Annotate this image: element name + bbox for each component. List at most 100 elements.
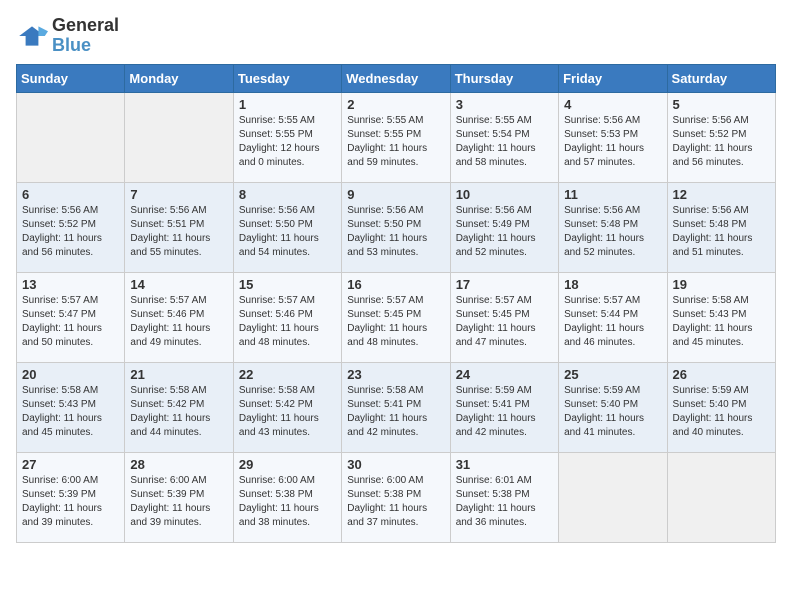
day-number: 17 bbox=[456, 277, 553, 292]
calendar-cell bbox=[125, 92, 233, 182]
day-number: 8 bbox=[239, 187, 336, 202]
day-info: Sunrise: 6:00 AM Sunset: 5:39 PM Dayligh… bbox=[130, 474, 227, 530]
calendar-body: 1 Sunrise: 5:55 AM Sunset: 5:55 PM Daylig… bbox=[17, 92, 776, 542]
day-number: 4 bbox=[564, 97, 661, 112]
day-header-thursday: Thursday bbox=[450, 64, 558, 92]
calendar-cell bbox=[667, 452, 775, 542]
calendar-cell: 15 Sunrise: 5:57 AM Sunset: 5:46 PM Dayli… bbox=[233, 272, 341, 362]
day-number: 27 bbox=[22, 457, 119, 472]
day-number: 31 bbox=[456, 457, 553, 472]
day-info: Sunrise: 5:56 AM Sunset: 5:48 PM Dayligh… bbox=[673, 204, 770, 260]
day-number: 21 bbox=[130, 367, 227, 382]
calendar-cell: 25Sunrise: 5:59 AM Sunset: 5:40 PM Dayli… bbox=[559, 362, 667, 452]
calendar-cell: 17 Sunrise: 5:57 AM Sunset: 5:45 PM Dayli… bbox=[450, 272, 558, 362]
day-info: Sunrise: 5:59 AM Sunset: 5:41 PM Dayligh… bbox=[456, 384, 553, 440]
calendar-cell: 19Sunrise: 5:58 AM Sunset: 5:43 PM Dayli… bbox=[667, 272, 775, 362]
day-header-saturday: Saturday bbox=[667, 64, 775, 92]
day-number: 13 bbox=[22, 277, 119, 292]
day-info: Sunrise: 5:57 AM Sunset: 5:45 PM Dayligh… bbox=[347, 294, 444, 350]
day-info: Sunrise: 5:58 AM Sunset: 5:43 PM Dayligh… bbox=[673, 294, 770, 350]
calendar-cell: 12 Sunrise: 5:56 AM Sunset: 5:48 PM Dayli… bbox=[667, 182, 775, 272]
day-number: 5 bbox=[673, 97, 770, 112]
day-number: 28 bbox=[130, 457, 227, 472]
day-number: 30 bbox=[347, 457, 444, 472]
day-info: Sunrise: 5:55 AM Sunset: 5:55 PM Dayligh… bbox=[239, 114, 336, 170]
day-info: Sunrise: 5:56 AM Sunset: 5:52 PM Dayligh… bbox=[673, 114, 770, 170]
calendar-week-3: 13Sunrise: 5:57 AM Sunset: 5:47 PM Dayli… bbox=[17, 272, 776, 362]
calendar-table: SundayMondayTuesdayWednesdayThursdayFrid… bbox=[16, 64, 776, 543]
day-info: Sunrise: 5:58 AM Sunset: 5:43 PM Dayligh… bbox=[22, 384, 119, 440]
day-info: Sunrise: 5:58 AM Sunset: 5:42 PM Dayligh… bbox=[239, 384, 336, 440]
day-info: Sunrise: 5:56 AM Sunset: 5:50 PM Dayligh… bbox=[239, 204, 336, 260]
calendar-week-4: 20 Sunrise: 5:58 AM Sunset: 5:43 PM Dayli… bbox=[17, 362, 776, 452]
calendar-header-row: SundayMondayTuesdayWednesdayThursdayFrid… bbox=[17, 64, 776, 92]
calendar-cell: 28 Sunrise: 6:00 AM Sunset: 5:39 PM Dayli… bbox=[125, 452, 233, 542]
day-header-sunday: Sunday bbox=[17, 64, 125, 92]
day-number: 26 bbox=[673, 367, 770, 382]
calendar-cell: 14 Sunrise: 5:57 AM Sunset: 5:46 PM Dayli… bbox=[125, 272, 233, 362]
day-number: 20 bbox=[22, 367, 119, 382]
calendar-cell: 8 Sunrise: 5:56 AM Sunset: 5:50 PM Daylig… bbox=[233, 182, 341, 272]
day-number: 2 bbox=[347, 97, 444, 112]
calendar-week-2: 6 Sunrise: 5:56 AM Sunset: 5:52 PM Daylig… bbox=[17, 182, 776, 272]
day-info: Sunrise: 6:01 AM Sunset: 5:38 PM Dayligh… bbox=[456, 474, 553, 530]
calendar-cell: 13Sunrise: 5:57 AM Sunset: 5:47 PM Dayli… bbox=[17, 272, 125, 362]
day-number: 9 bbox=[347, 187, 444, 202]
day-info: Sunrise: 6:00 AM Sunset: 5:39 PM Dayligh… bbox=[22, 474, 119, 530]
logo: General Blue bbox=[16, 16, 119, 56]
calendar-cell: 3 Sunrise: 5:55 AM Sunset: 5:54 PM Daylig… bbox=[450, 92, 558, 182]
day-info: Sunrise: 5:57 AM Sunset: 5:44 PM Dayligh… bbox=[564, 294, 661, 350]
calendar-cell: 27 Sunrise: 6:00 AM Sunset: 5:39 PM Dayli… bbox=[17, 452, 125, 542]
day-number: 3 bbox=[456, 97, 553, 112]
day-header-monday: Monday bbox=[125, 64, 233, 92]
day-info: Sunrise: 5:57 AM Sunset: 5:46 PM Dayligh… bbox=[239, 294, 336, 350]
calendar-cell: 1 Sunrise: 5:55 AM Sunset: 5:55 PM Daylig… bbox=[233, 92, 341, 182]
day-number: 12 bbox=[673, 187, 770, 202]
calendar-cell: 9 Sunrise: 5:56 AM Sunset: 5:50 PM Daylig… bbox=[342, 182, 450, 272]
day-number: 29 bbox=[239, 457, 336, 472]
day-number: 16 bbox=[347, 277, 444, 292]
calendar-cell: 30 Sunrise: 6:00 AM Sunset: 5:38 PM Dayli… bbox=[342, 452, 450, 542]
day-info: Sunrise: 5:57 AM Sunset: 5:46 PM Dayligh… bbox=[130, 294, 227, 350]
calendar-cell: 10 Sunrise: 5:56 AM Sunset: 5:49 PM Dayli… bbox=[450, 182, 558, 272]
calendar-cell: 4 Sunrise: 5:56 AM Sunset: 5:53 PM Daylig… bbox=[559, 92, 667, 182]
day-number: 10 bbox=[456, 187, 553, 202]
calendar-cell: 16 Sunrise: 5:57 AM Sunset: 5:45 PM Dayli… bbox=[342, 272, 450, 362]
day-info: Sunrise: 5:56 AM Sunset: 5:50 PM Dayligh… bbox=[347, 204, 444, 260]
day-number: 22 bbox=[239, 367, 336, 382]
day-number: 1 bbox=[239, 97, 336, 112]
day-info: Sunrise: 5:56 AM Sunset: 5:49 PM Dayligh… bbox=[456, 204, 553, 260]
calendar-cell: 21Sunrise: 5:58 AM Sunset: 5:42 PM Dayli… bbox=[125, 362, 233, 452]
day-info: Sunrise: 5:55 AM Sunset: 5:55 PM Dayligh… bbox=[347, 114, 444, 170]
day-header-tuesday: Tuesday bbox=[233, 64, 341, 92]
day-number: 14 bbox=[130, 277, 227, 292]
calendar-cell: 24 Sunrise: 5:59 AM Sunset: 5:41 PM Dayli… bbox=[450, 362, 558, 452]
calendar-cell: 5 Sunrise: 5:56 AM Sunset: 5:52 PM Daylig… bbox=[667, 92, 775, 182]
calendar-week-1: 1 Sunrise: 5:55 AM Sunset: 5:55 PM Daylig… bbox=[17, 92, 776, 182]
day-header-friday: Friday bbox=[559, 64, 667, 92]
day-info: Sunrise: 5:56 AM Sunset: 5:51 PM Dayligh… bbox=[130, 204, 227, 260]
day-info: Sunrise: 5:55 AM Sunset: 5:54 PM Dayligh… bbox=[456, 114, 553, 170]
day-number: 15 bbox=[239, 277, 336, 292]
day-info: Sunrise: 5:57 AM Sunset: 5:45 PM Dayligh… bbox=[456, 294, 553, 350]
day-number: 25 bbox=[564, 367, 661, 382]
day-number: 18 bbox=[564, 277, 661, 292]
logo-text: General Blue bbox=[52, 16, 119, 56]
day-number: 6 bbox=[22, 187, 119, 202]
calendar-cell: 31 Sunrise: 6:01 AM Sunset: 5:38 PM Dayli… bbox=[450, 452, 558, 542]
day-info: Sunrise: 5:56 AM Sunset: 5:52 PM Dayligh… bbox=[22, 204, 119, 260]
calendar-cell bbox=[559, 452, 667, 542]
day-number: 23 bbox=[347, 367, 444, 382]
day-info: Sunrise: 5:58 AM Sunset: 5:41 PM Dayligh… bbox=[347, 384, 444, 440]
calendar-cell bbox=[17, 92, 125, 182]
calendar-week-5: 27 Sunrise: 6:00 AM Sunset: 5:39 PM Dayli… bbox=[17, 452, 776, 542]
page-header: General Blue bbox=[16, 16, 776, 56]
calendar-cell: 11Sunrise: 5:56 AM Sunset: 5:48 PM Dayli… bbox=[559, 182, 667, 272]
day-info: Sunrise: 5:56 AM Sunset: 5:48 PM Dayligh… bbox=[564, 204, 661, 260]
day-info: Sunrise: 5:59 AM Sunset: 5:40 PM Dayligh… bbox=[673, 384, 770, 440]
day-info: Sunrise: 6:00 AM Sunset: 5:38 PM Dayligh… bbox=[347, 474, 444, 530]
calendar-cell: 7Sunrise: 5:56 AM Sunset: 5:51 PM Daylig… bbox=[125, 182, 233, 272]
day-info: Sunrise: 5:56 AM Sunset: 5:53 PM Dayligh… bbox=[564, 114, 661, 170]
calendar-cell: 2 Sunrise: 5:55 AM Sunset: 5:55 PM Daylig… bbox=[342, 92, 450, 182]
day-number: 24 bbox=[456, 367, 553, 382]
